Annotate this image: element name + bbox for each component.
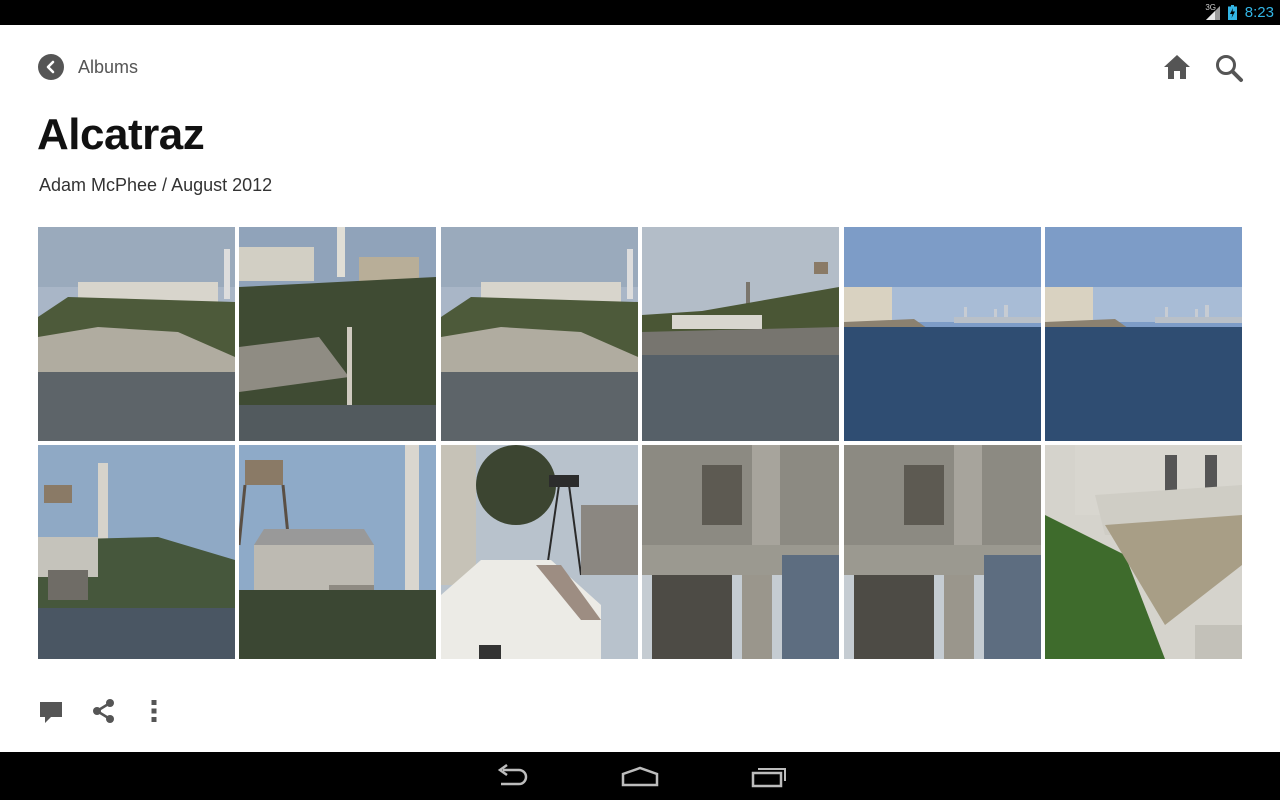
photo-thumbnail[interactable] (1044, 445, 1242, 659)
battery-charging-icon (1227, 5, 1237, 20)
photo-grid (38, 227, 1242, 659)
photo-thumbnail[interactable] (239, 445, 437, 659)
signal-icon (1205, 5, 1220, 20)
photo-thumbnail[interactable] (843, 445, 1041, 659)
search-icon[interactable] (1214, 53, 1244, 83)
back-label[interactable]: Albums (78, 57, 138, 78)
nav-back-icon[interactable] (493, 764, 531, 788)
more-vert-icon[interactable] (144, 698, 164, 724)
comment-icon[interactable] (39, 700, 63, 724)
photo-thumbnail[interactable] (38, 445, 235, 659)
nav-recent-apps-icon[interactable] (750, 764, 788, 788)
photo-thumbnail[interactable] (843, 227, 1041, 441)
status-clock: 8:23 (1244, 4, 1274, 21)
status-bar: 3G 8:23 (0, 0, 1280, 25)
photo-thumbnail[interactable] (642, 227, 840, 441)
photo-thumbnail[interactable] (1044, 227, 1242, 441)
home-icon[interactable] (1163, 53, 1191, 81)
back-button[interactable] (38, 54, 64, 80)
album-subtitle: Adam McPhee / August 2012 (39, 175, 273, 195)
photo-thumbnail[interactable] (239, 227, 437, 441)
photo-thumbnail[interactable] (440, 445, 638, 659)
nav-home-icon[interactable] (620, 764, 660, 788)
album-title: Alcatraz (37, 110, 205, 159)
chevron-left-icon (46, 60, 55, 74)
share-icon[interactable] (91, 698, 116, 724)
photo-thumbnail[interactable] (642, 445, 840, 659)
photo-thumbnail[interactable] (440, 227, 638, 441)
photo-thumbnail[interactable] (38, 227, 235, 441)
